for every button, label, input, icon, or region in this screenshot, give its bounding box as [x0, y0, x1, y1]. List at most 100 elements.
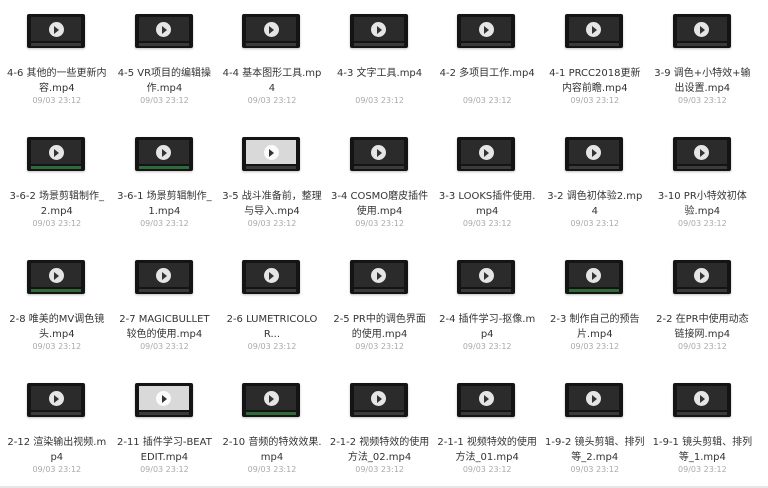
file-name[interactable]: 3-5 战斗准备前，整理与导入.mp4	[222, 189, 322, 219]
play-icon[interactable]	[263, 391, 279, 406]
video-file-item[interactable]: 2-3 制作自己的预告片.mp4 09/03 23:12	[541, 246, 649, 369]
file-name[interactable]: 2-12 渲染输出视频.mp4	[7, 435, 107, 465]
video-thumbnail[interactable]	[242, 383, 301, 417]
play-icon[interactable]	[156, 391, 172, 406]
video-file-item[interactable]: 2-1-2 视频特效的使用方法_02.mp4 09/03 23:12	[326, 369, 434, 488]
video-thumbnail[interactable]	[672, 14, 731, 48]
video-thumbnail[interactable]	[672, 260, 731, 294]
video-file-item[interactable]: 2-8 唯美的MV调色镜头.mp4 09/03 23:12	[3, 246, 111, 369]
video-thumbnail[interactable]	[672, 383, 731, 417]
video-file-item[interactable]: 3-9 调色+小特效+输出设置.mp4 09/03 23:12	[649, 0, 757, 123]
play-icon[interactable]	[263, 145, 279, 160]
file-name[interactable]: 3-3 LOOKS插件使用.mp4	[437, 189, 537, 219]
play-icon[interactable]	[48, 268, 64, 283]
video-thumbnail[interactable]	[134, 14, 193, 48]
file-name[interactable]: 4-4 基本图形工具.mp4	[222, 66, 322, 96]
file-name[interactable]: 4-5 VR项目的编辑操作.mp4	[115, 66, 215, 96]
video-thumbnail[interactable]	[564, 137, 623, 171]
play-icon[interactable]	[694, 391, 710, 406]
file-name[interactable]: 4-3 文字工具.mp4	[330, 66, 430, 81]
video-file-item[interactable]: 2-4 插件学习-抠像.mp4 09/03 23:12	[433, 246, 541, 369]
file-name[interactable]: 3-10 PR小特效初体验.mp4	[653, 189, 753, 219]
video-thumbnail[interactable]	[27, 260, 85, 294]
play-icon[interactable]	[694, 145, 710, 160]
video-thumbnail[interactable]	[564, 383, 623, 417]
file-name[interactable]: 3-6-2 场景剪辑制作_2.mp4	[7, 189, 107, 219]
play-icon[interactable]	[156, 22, 172, 37]
file-name[interactable]: 3-6-1 场景剪辑制作_1.mp4	[115, 189, 215, 219]
play-icon[interactable]	[478, 145, 494, 160]
video-file-item[interactable]: 1-9-1 镜头剪辑、排列等_1.mp4 09/03 23:12	[649, 369, 757, 488]
video-thumbnail[interactable]	[564, 260, 623, 294]
video-thumbnail[interactable]	[134, 383, 193, 417]
video-file-item[interactable]: 4-1 PRCC2018更新内容前瞻.mp4 09/03 23:12	[541, 0, 649, 123]
play-icon[interactable]	[694, 268, 710, 283]
file-name[interactable]: 4-6 其他的一些更新内容.mp4	[7, 66, 107, 96]
file-name[interactable]: 4-1 PRCC2018更新内容前瞻.mp4	[545, 66, 645, 96]
video-thumbnail[interactable]	[349, 14, 408, 48]
video-file-item[interactable]: 1-9-2 镜头剪辑、排列等_2.mp4 09/03 23:12	[541, 369, 649, 488]
video-thumbnail[interactable]	[457, 14, 516, 48]
file-name[interactable]: 3-4 COSMO磨皮插件使用.mp4	[330, 189, 430, 219]
video-file-item[interactable]: 4-3 文字工具.mp4 09/03 23:12	[326, 0, 434, 123]
video-file-item[interactable]: 3-3 LOOKS插件使用.mp4 09/03 23:12	[433, 123, 541, 246]
video-file-item[interactable]: 3-6-1 场景剪辑制作_1.mp4 09/03 23:12	[111, 123, 219, 246]
file-name[interactable]: 2-4 插件学习-抠像.mp4	[437, 312, 537, 342]
video-thumbnail[interactable]	[134, 137, 193, 171]
file-name[interactable]: 3-9 调色+小特效+输出设置.mp4	[653, 66, 753, 96]
play-icon[interactable]	[156, 268, 172, 283]
video-thumbnail[interactable]	[349, 260, 408, 294]
video-file-item[interactable]: 2-2 在PR中使用动态链接网.mp4 09/03 23:12	[649, 246, 757, 369]
video-file-item[interactable]: 2-10 音频的特效效果.mp4 09/03 23:12	[218, 369, 326, 488]
video-thumbnail[interactable]	[457, 137, 516, 171]
video-thumbnail[interactable]	[242, 137, 301, 171]
video-thumbnail[interactable]	[242, 260, 301, 294]
video-file-item[interactable]: 3-6-2 场景剪辑制作_2.mp4 09/03 23:12	[3, 123, 111, 246]
file-name[interactable]: 2-11 插件学习-BEATEDIT.mp4	[115, 435, 215, 465]
file-name[interactable]: 3-2 调色初体验2.mp4	[545, 189, 645, 219]
video-thumbnail[interactable]	[27, 383, 85, 417]
play-icon[interactable]	[478, 391, 494, 406]
file-name[interactable]: 2-7 MAGICBULLET较色的使用.mp4	[115, 312, 215, 342]
video-file-item[interactable]: 4-4 基本图形工具.mp4 09/03 23:12	[218, 0, 326, 123]
video-thumbnail[interactable]	[27, 14, 85, 48]
video-file-item[interactable]: 2-5 PR中的调色界面的使用.mp4 09/03 23:12	[326, 246, 434, 369]
play-icon[interactable]	[478, 268, 494, 283]
video-file-item[interactable]: 2-1-1 视频特效的使用方法_01.mp4 09/03 23:12	[433, 369, 541, 488]
file-name[interactable]: 1-9-1 镜头剪辑、排列等_1.mp4	[653, 435, 753, 465]
video-file-item[interactable]: 3-10 PR小特效初体验.mp4 09/03 23:12	[649, 123, 757, 246]
file-name[interactable]: 2-2 在PR中使用动态链接网.mp4	[653, 312, 753, 342]
file-name[interactable]: 2-1-2 视频特效的使用方法_02.mp4	[330, 435, 430, 465]
video-thumbnail[interactable]	[457, 260, 516, 294]
video-thumbnail[interactable]	[134, 260, 193, 294]
play-icon[interactable]	[48, 391, 64, 406]
file-name[interactable]: 2-6 LUMETRICOLOR...	[222, 312, 322, 342]
video-thumbnail[interactable]	[349, 137, 408, 171]
file-name[interactable]: 2-5 PR中的调色界面的使用.mp4	[330, 312, 430, 342]
video-file-item[interactable]: 4-6 其他的一些更新内容.mp4 09/03 23:12	[3, 0, 111, 123]
video-file-item[interactable]: 2-6 LUMETRICOLOR... 09/03 23:12	[218, 246, 326, 369]
video-file-item[interactable]: 2-11 插件学习-BEATEDIT.mp4 09/03 23:12	[111, 369, 219, 488]
play-icon[interactable]	[263, 268, 279, 283]
play-icon[interactable]	[156, 145, 172, 160]
video-thumbnail[interactable]	[672, 137, 731, 171]
video-thumbnail[interactable]	[349, 383, 408, 417]
file-name[interactable]: 2-10 音频的特效效果.mp4	[222, 435, 322, 465]
video-thumbnail[interactable]	[242, 14, 301, 48]
play-icon[interactable]	[478, 22, 494, 37]
video-file-item[interactable]: 2-7 MAGICBULLET较色的使用.mp4 09/03 23:12	[111, 246, 219, 369]
video-file-item[interactable]: 3-2 调色初体验2.mp4 09/03 23:12	[541, 123, 649, 246]
video-thumbnail[interactable]	[27, 137, 85, 171]
video-file-item[interactable]: 4-2 多项目工作.mp4 09/03 23:12	[433, 0, 541, 123]
video-file-item[interactable]: 4-5 VR项目的编辑操作.mp4 09/03 23:12	[111, 0, 219, 123]
play-icon[interactable]	[48, 145, 64, 160]
file-name[interactable]: 4-2 多项目工作.mp4	[437, 66, 537, 81]
video-file-item[interactable]: 3-5 战斗准备前，整理与导入.mp4 09/03 23:12	[218, 123, 326, 246]
file-name[interactable]: 2-3 制作自己的预告片.mp4	[545, 312, 645, 342]
video-thumbnail[interactable]	[457, 383, 516, 417]
video-file-item[interactable]: 3-4 COSMO磨皮插件使用.mp4 09/03 23:12	[326, 123, 434, 246]
file-name[interactable]: 2-1-1 视频特效的使用方法_01.mp4	[437, 435, 537, 465]
play-icon[interactable]	[48, 22, 64, 37]
play-icon[interactable]	[263, 22, 279, 37]
video-thumbnail[interactable]	[564, 14, 623, 48]
